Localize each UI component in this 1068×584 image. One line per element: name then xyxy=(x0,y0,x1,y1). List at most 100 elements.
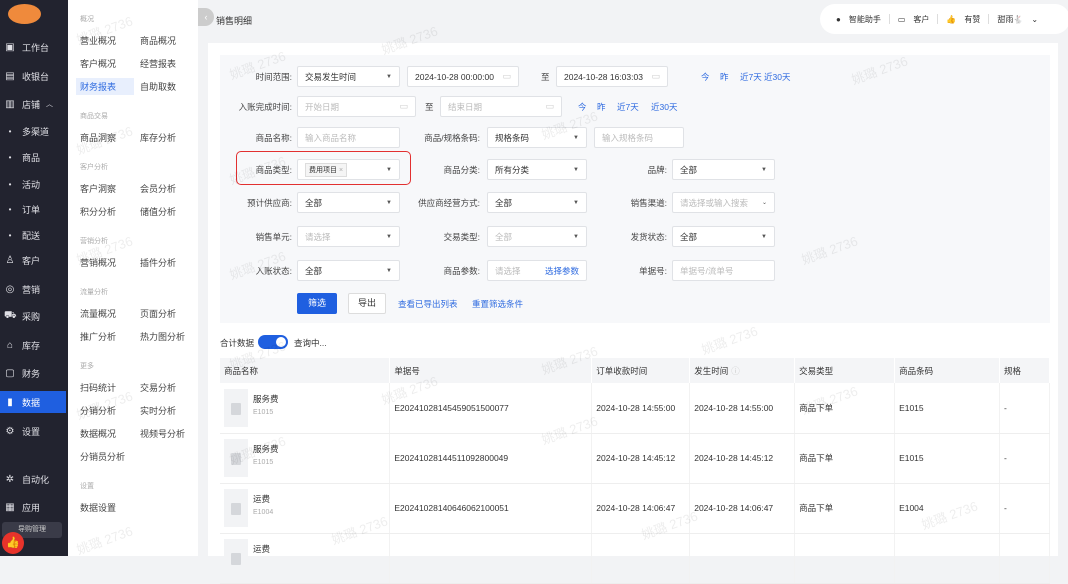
product-name: 运费 xyxy=(253,544,271,554)
nav-item-16[interactable]: ▦ 应用 xyxy=(0,496,66,518)
caret-down-icon: ▼ xyxy=(573,199,579,206)
user-menu[interactable]: 甜雨🐇 xyxy=(997,14,1023,25)
settle-quick-range-2[interactable]: 近7天 xyxy=(617,101,639,113)
menu-item[interactable]: 交易分析 xyxy=(136,379,180,396)
nav-item-13[interactable]: ▮ 数据 xyxy=(0,391,66,413)
table-row[interactable]: 服务费 E1015 E20241028144511092800049 2024-10-… xyxy=(220,433,1051,484)
menu-item[interactable]: 客户洞察 xyxy=(76,180,120,197)
cat-label: 商品分类: xyxy=(443,165,480,175)
menu-item[interactable]: 分销员分析 xyxy=(76,448,129,465)
view-exports-link[interactable]: 查看已导出列表 xyxy=(398,298,458,310)
code-type-select[interactable]: 规格条码 ▼ xyxy=(487,127,587,148)
menu-item[interactable]: 扫码统计 xyxy=(76,379,120,396)
nav-item-10[interactable]: ⛟ 采购 xyxy=(0,305,66,327)
menu-item[interactable]: 财务报表 xyxy=(76,78,134,95)
time-type-select[interactable]: 交易发生时间 ▼ xyxy=(297,66,400,87)
settle-start-ph: 开始日期 xyxy=(305,101,340,112)
menu-item[interactable]: 库存分析 xyxy=(136,129,180,146)
table-row[interactable]: 服务费 E1015 E202410281454590515000​77 2024-10… xyxy=(220,383,1051,434)
assistant-button[interactable]: 智能助手 xyxy=(849,14,881,25)
menu-item[interactable]: 热力图分析 xyxy=(136,328,189,345)
menu-item[interactable]: 经营报表 xyxy=(136,55,180,72)
menu-item[interactable]: 储值分析 xyxy=(136,203,180,220)
nav-item-7[interactable]: • 配送 xyxy=(0,224,66,246)
nav-item-6[interactable]: • 订单 xyxy=(0,198,66,220)
nav-item-14[interactable]: ⚙ 设置 xyxy=(0,420,66,442)
reset-filters-link[interactable]: 重置筛选条件 xyxy=(472,298,523,310)
channel-select[interactable]: 请选择或输入搜索 ⌄ xyxy=(672,192,775,213)
quick-range-2[interactable]: 近7天 xyxy=(740,71,762,83)
spec-cell: - xyxy=(999,433,1051,484)
settle-quick-range-3[interactable]: 近30天 xyxy=(651,101,677,113)
supplier-select[interactable]: 全部 ▼ xyxy=(297,192,400,213)
menu-item[interactable]: 数据设置 xyxy=(76,499,120,516)
category-select[interactable]: 所有分类 ▼ xyxy=(487,159,587,180)
dot-icon: • xyxy=(8,152,12,162)
menu-item[interactable]: 分销分析 xyxy=(76,402,120,419)
nav-item-9[interactable]: ◎ 营销 xyxy=(0,278,66,300)
menu-item[interactable]: 客户概况 xyxy=(76,55,120,72)
menu-item[interactable]: 实时分析 xyxy=(136,402,180,419)
quick-range-1[interactable]: 昨 xyxy=(720,71,729,83)
summary-toggle[interactable] xyxy=(258,335,288,349)
pay-cell: 2024-10-28 14:55:00 xyxy=(591,383,691,434)
filter-button[interactable]: 筛选 xyxy=(297,293,337,314)
menu-item[interactable]: 视频号分析 xyxy=(136,425,189,442)
nav-item-0[interactable]: ▣ 工作台 xyxy=(0,36,66,58)
nav-item-5[interactable]: • 活动 xyxy=(0,173,66,195)
code-input[interactable]: 输入规格条码 xyxy=(594,127,684,148)
menu-item[interactable]: 营销概况 xyxy=(76,254,120,271)
menu-item[interactable]: 数据概况 xyxy=(76,425,120,442)
supplier-mode-select[interactable]: 全部 ▼ xyxy=(487,192,587,213)
sales-unit-select[interactable]: 请选择 ▼ xyxy=(297,226,400,247)
settle-start-input[interactable]: 开始日期 ▭ xyxy=(297,96,416,117)
product-param-input[interactable]: 请选择 选择参数 xyxy=(487,260,587,281)
product-name-input[interactable]: 输入商品名称 xyxy=(297,127,400,148)
trade-type-select[interactable]: 全部 ▼ xyxy=(487,226,587,247)
sales-table: 商品名称 单据号 订单收款时间 发生时间 ⓘ 交易类型 商品条码 规格 服务费 E1015 E20… xyxy=(220,358,1051,584)
export-button[interactable]: 导出 xyxy=(348,293,386,314)
menu-item[interactable]: 商品概况 xyxy=(136,32,180,49)
apps-icon: ▦ xyxy=(5,501,15,513)
brand-select[interactable]: 全部 ▼ xyxy=(672,159,775,180)
customer-button[interactable]: 客户 xyxy=(913,14,929,25)
to-label: 至 xyxy=(541,72,550,82)
settle-status-select[interactable]: 全部 ▼ xyxy=(297,260,400,281)
table-row[interactable]: 运费 E1004 E20241028140646062100051 2024-10-2… xyxy=(220,483,1051,534)
table-row[interactable]: 运费 xyxy=(220,533,1051,584)
quick-range-0[interactable]: 今 xyxy=(701,71,710,83)
nav-item-4[interactable]: • 商品 xyxy=(0,146,66,168)
menu-item[interactable]: 营业概况 xyxy=(76,32,120,49)
settle-quick-range-0[interactable]: 今 xyxy=(578,101,587,113)
quick-range-3[interactable]: 近30天 xyxy=(764,71,790,83)
thumbs-up-icon[interactable]: 👍 xyxy=(2,532,24,554)
menu-item[interactable]: 会员分析 xyxy=(136,180,180,197)
store-logo[interactable] xyxy=(8,4,41,24)
end-time-input[interactable]: 2024-10-28 16:03:03 ▭ xyxy=(556,66,668,87)
nav-item-15[interactable]: ✲ 自动化 xyxy=(0,468,66,490)
nav-item-2[interactable]: ▥ 店铺 ︿ xyxy=(0,93,66,115)
menu-item[interactable]: 积分分析 xyxy=(76,203,120,220)
marketing-icon: ◎ xyxy=(5,283,15,295)
youzan-button[interactable]: 有赞 xyxy=(964,14,980,25)
nav-item-1[interactable]: ▤ 收银台 xyxy=(0,65,66,87)
menu-item[interactable]: 页面分析 xyxy=(136,305,180,322)
nav-item-12[interactable]: ▢ 财务 xyxy=(0,362,66,384)
brand-value: 全部 xyxy=(680,164,698,175)
nav-item-11[interactable]: ⌂ 库存 xyxy=(0,334,66,356)
settle-end-input[interactable]: 结束日期 ▭ xyxy=(440,96,562,117)
menu-item[interactable]: 自助取数 xyxy=(136,78,180,95)
menu-item[interactable]: 商品洞察 xyxy=(76,129,120,146)
nav-item-8[interactable]: ♙ 客户 xyxy=(0,249,66,271)
settle-quick-range-1[interactable]: 昨 xyxy=(597,101,606,113)
start-time-input[interactable]: 2024-10-28 00:00:00 ▭ xyxy=(407,66,519,87)
main-nav: ▣ 工作台 ▤ 收银台 ▥ 店铺 ︿ • 多渠道 • 商品 • 活动 • 订单 • 配送 ♙ 客户 ◎ 营销 ⛟ 采购 ⌂ 库存… xyxy=(0,0,68,556)
bill-number-input[interactable]: 单据号/流单号 xyxy=(672,260,775,281)
collapse-menu-button[interactable]: ‹ xyxy=(198,8,214,26)
menu-item[interactable]: 流量概况 xyxy=(76,305,120,322)
menu-item[interactable]: 插件分析 xyxy=(136,254,180,271)
select-param-link[interactable]: 选择参数 xyxy=(545,265,579,277)
nav-item-3[interactable]: • 多渠道 xyxy=(0,120,66,142)
ship-status-select[interactable]: 全部 ▼ xyxy=(672,226,775,247)
menu-item[interactable]: 推广分析 xyxy=(76,328,120,345)
